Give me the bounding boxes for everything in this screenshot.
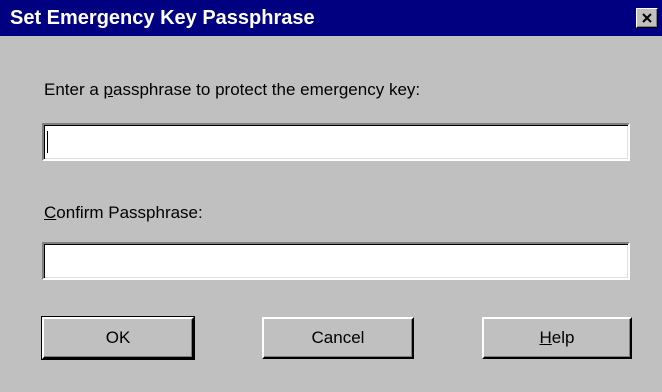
confirm-label-suffix: onfirm Passphrase: xyxy=(56,203,203,222)
passphrase-input[interactable] xyxy=(42,123,630,161)
cancel-button[interactable]: Cancel xyxy=(262,317,414,359)
text-caret xyxy=(47,131,48,153)
confirm-passphrase-input[interactable] xyxy=(42,242,630,280)
close-x-icon xyxy=(642,13,652,23)
confirm-passphrase-label: Confirm Passphrase: xyxy=(44,203,203,223)
passphrase-label-mnemonic: p xyxy=(103,80,114,99)
confirm-label-mnemonic: C xyxy=(44,203,57,222)
help-button[interactable]: Help xyxy=(482,317,632,359)
window-title: Set Emergency Key Passphrase xyxy=(10,7,315,29)
passphrase-label: Enter a passphrase to protect the emerge… xyxy=(44,80,420,100)
help-label-mnemonic: H xyxy=(539,328,552,347)
help-label-suffix: elp xyxy=(551,328,575,347)
passphrase-label-prefix: Enter a xyxy=(44,80,104,99)
passphrase-label-suffix: assphrase to protect the emergency key: xyxy=(113,80,421,99)
close-button[interactable] xyxy=(636,8,658,28)
title-bar[interactable]: Set Emergency Key Passphrase xyxy=(0,0,662,36)
ok-button[interactable]: OK xyxy=(41,316,195,360)
emergency-passphrase-dialog: Set Emergency Key Passphrase Enter a pas… xyxy=(0,0,662,392)
